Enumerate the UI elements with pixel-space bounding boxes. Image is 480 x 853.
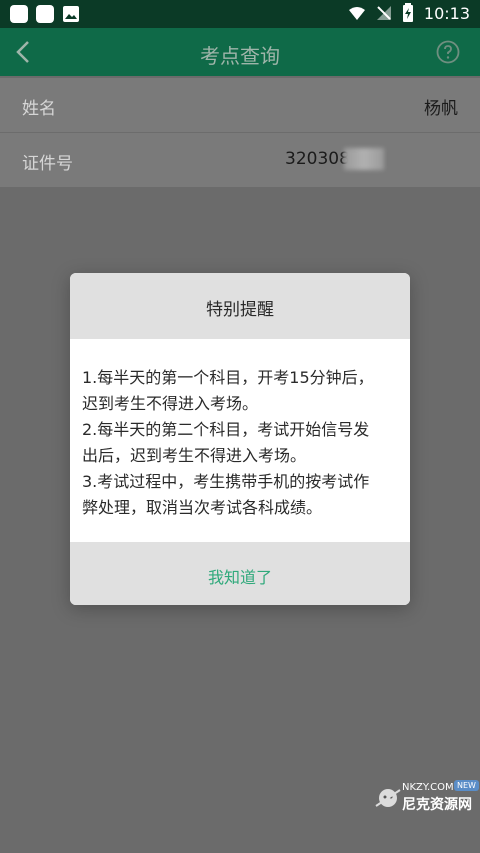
no-signal-icon bbox=[376, 6, 391, 20]
dialog-line: 2.每半天的第二个科目，考试开始信号发 bbox=[82, 420, 370, 439]
confirm-button[interactable]: 我知道了 bbox=[208, 564, 272, 588]
help-circle-icon[interactable] bbox=[436, 40, 460, 64]
dialog-line: 3.考试过程中，考生携带手机的按考试作 bbox=[82, 472, 370, 491]
name-value: 杨帆 bbox=[424, 99, 458, 119]
name-label: 姓名 bbox=[22, 99, 56, 119]
id-row: 证件号 3203082 bbox=[0, 133, 480, 187]
id-label: 证件号 bbox=[22, 154, 73, 174]
status-left-icons bbox=[10, 5, 80, 23]
watermark: NKZY.COM NEW 尼克资源网 bbox=[372, 780, 480, 820]
page-title: 考点查询 bbox=[200, 44, 280, 68]
status-right: 10:13 bbox=[348, 3, 470, 23]
dialog-title: 特别提醒 bbox=[206, 300, 274, 320]
battery-charging-icon bbox=[402, 3, 413, 22]
dialog-body: 1.每半天的第一个科目，开考15分钟后， 迟到考生不得进入考场。 2.每半天的第… bbox=[70, 339, 410, 542]
dialog-line: 迟到考生不得进入考场。 bbox=[82, 394, 259, 413]
app-notification-icon bbox=[10, 5, 28, 23]
status-bar: 10:13 bbox=[0, 0, 480, 28]
watermark-badge: NEW bbox=[454, 780, 479, 791]
dialog-line: 1.每半天的第一个科目，开考15分钟后， bbox=[82, 368, 374, 387]
app-notification-icon-2 bbox=[36, 5, 54, 23]
dialog-header: 特别提醒 bbox=[70, 273, 410, 339]
name-row: 姓名 杨帆 bbox=[0, 78, 480, 132]
dialog-line: 弊处理，取消当次考试各科成绩。 bbox=[82, 498, 323, 517]
watermark-name: 尼克资源网 bbox=[402, 797, 472, 813]
wifi-icon bbox=[348, 7, 365, 20]
watermark-site: NKZY.COM bbox=[402, 782, 454, 793]
watermark-logo-icon bbox=[375, 789, 401, 807]
image-icon bbox=[63, 6, 79, 22]
notice-dialog: 特别提醒 1.每半天的第一个科目，开考15分钟后， 迟到考生不得进入考场。 2.… bbox=[70, 273, 410, 605]
dialog-footer: 我知道了 bbox=[70, 542, 410, 605]
app-bar: 考点查询 bbox=[0, 28, 480, 76]
status-time: 10:13 bbox=[423, 3, 470, 23]
dialog-line: 出后，迟到考生不得进入考场。 bbox=[82, 446, 307, 465]
id-number-mask bbox=[344, 148, 384, 170]
